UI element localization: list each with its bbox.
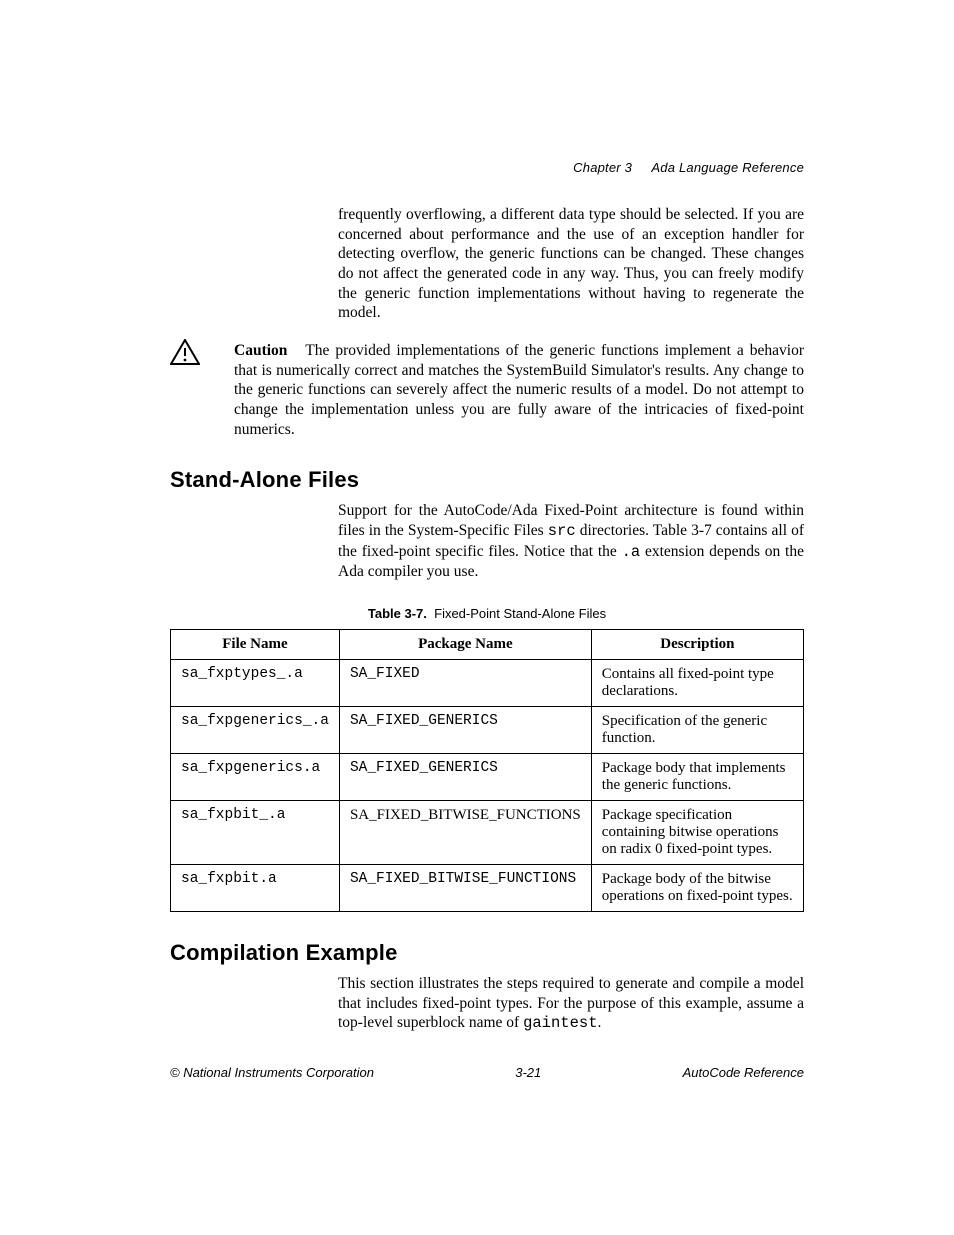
cell-file: sa_fxptypes_.a	[171, 660, 340, 707]
cell-desc: Contains all fixed-point type declaratio…	[591, 660, 803, 707]
table-row: sa_fxptypes_.a SA_FIXED Contains all fix…	[171, 660, 804, 707]
cell-file: sa_fxpgenerics.a	[171, 754, 340, 801]
table-number: Table 3-7.	[368, 606, 427, 621]
col-description: Description	[591, 630, 803, 660]
table-row: sa_fxpbit_.a SA_FIXED_BITWISE_FUNCTIONS …	[171, 801, 804, 865]
standalone-paragraph: Support for the AutoCode/Ada Fixed-Point…	[338, 501, 804, 582]
caution-body: The provided implementations of the gene…	[234, 342, 804, 438]
caution-text: Caution The provided implementations of …	[234, 341, 804, 439]
footer-page-number: 3-21	[515, 1065, 541, 1080]
cell-file: sa_fxpbit_.a	[171, 801, 340, 865]
code-ext: .a	[622, 543, 641, 561]
caution-icon	[170, 339, 200, 370]
table-caption: Table 3-7. Fixed-Point Stand-Alone Files	[170, 606, 804, 621]
running-header: Chapter 3 Ada Language Reference	[573, 160, 804, 175]
cell-desc: Specification of the generic function.	[591, 707, 803, 754]
cell-desc: Package body that implements the generic…	[591, 754, 803, 801]
chapter-number: Chapter 3	[573, 160, 632, 175]
cell-pkg: SA_FIXED_BITWISE_FUNCTIONS	[339, 801, 591, 865]
code-src: src	[548, 522, 576, 540]
caution-block: Caution The provided implementations of …	[170, 341, 804, 439]
para2-post: .	[598, 1014, 602, 1031]
cell-pkg: SA_FIXED_GENERICS	[339, 754, 591, 801]
files-table: File Name Package Name Description sa_fx…	[170, 629, 804, 912]
section-heading-compilation: Compilation Example	[170, 940, 804, 966]
cell-file: sa_fxpbit.a	[171, 865, 340, 912]
cell-desc: Package specification containing bitwise…	[591, 801, 803, 865]
table-row: sa_fxpgenerics_.a SA_FIXED_GENERICS Spec…	[171, 707, 804, 754]
chapter-title: Ada Language Reference	[651, 160, 804, 175]
table-title: Fixed-Point Stand-Alone Files	[434, 606, 606, 621]
table-header-row: File Name Package Name Description	[171, 630, 804, 660]
intro-paragraph: frequently overflowing, a different data…	[338, 205, 804, 323]
cell-desc: Package body of the bitwise operations o…	[591, 865, 803, 912]
col-file-name: File Name	[171, 630, 340, 660]
cell-file: sa_fxpgenerics_.a	[171, 707, 340, 754]
cell-pkg: SA_FIXED_BITWISE_FUNCTIONS	[339, 865, 591, 912]
section-heading-standalone: Stand-Alone Files	[170, 467, 804, 493]
table-row: sa_fxpbit.a SA_FIXED_BITWISE_FUNCTIONS P…	[171, 865, 804, 912]
compilation-paragraph: This section illustrates the steps requi…	[338, 974, 804, 1034]
footer-doc-title: AutoCode Reference	[683, 1065, 804, 1080]
table-row: sa_fxpgenerics.a SA_FIXED_GENERICS Packa…	[171, 754, 804, 801]
footer-copyright: © National Instruments Corporation	[170, 1065, 374, 1080]
code-gaintest: gaintest	[523, 1014, 597, 1032]
cell-pkg: SA_FIXED_GENERICS	[339, 707, 591, 754]
cell-pkg: SA_FIXED	[339, 660, 591, 707]
page-footer: © National Instruments Corporation 3-21 …	[170, 1065, 804, 1080]
col-package-name: Package Name	[339, 630, 591, 660]
page: Chapter 3 Ada Language Reference frequen…	[0, 0, 954, 1235]
caution-label: Caution	[234, 342, 287, 359]
